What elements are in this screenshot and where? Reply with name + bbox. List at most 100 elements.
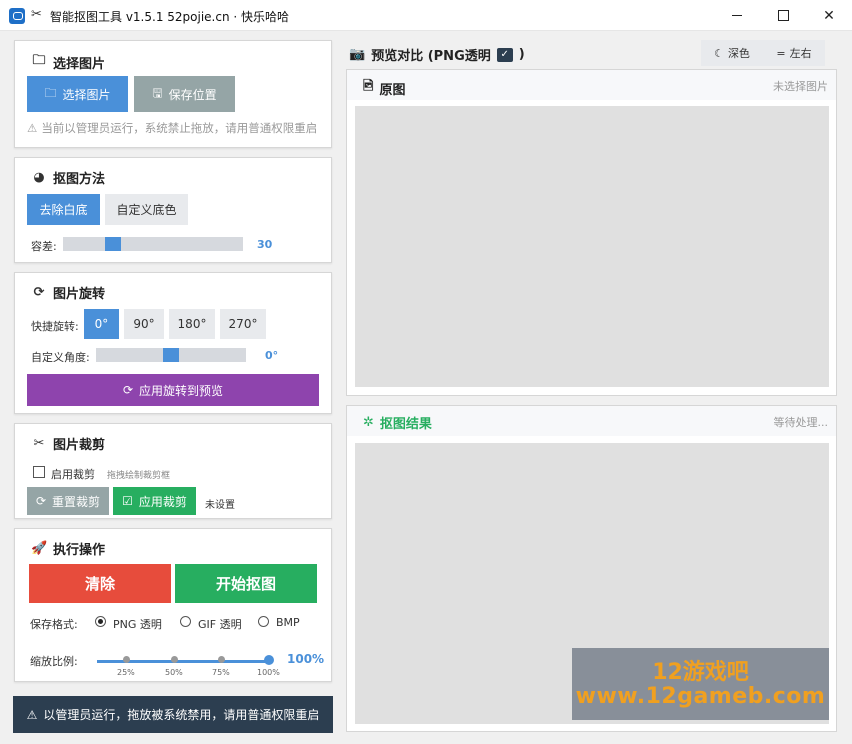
crop-panel: ✂ 图片裁剪 启用裁剪 拖拽绘制裁剪框 ⟳ 重置裁剪 ☑ 应用裁剪 未设置 <box>14 423 332 519</box>
zoom-label: 缩放比例: <box>30 655 78 668</box>
clear-button-label: 清除 <box>84 575 115 593</box>
warning-icon: ⚠ <box>27 121 38 135</box>
rotate-90-button[interactable]: 90° <box>124 309 164 339</box>
remove-white-label: 去除白底 <box>39 203 88 217</box>
zoom-tick-label-100: 100% <box>257 668 280 677</box>
rotate-0-button[interactable]: 0° <box>84 309 119 339</box>
enable-crop-label[interactable]: 启用裁剪 <box>51 466 95 482</box>
original-preview-header: 🖻 原图 未选择图片 <box>347 70 836 100</box>
method-title: ◕ 抠图方法 <box>31 168 105 187</box>
rotate-270-button[interactable]: 270° <box>220 309 266 339</box>
zoom-tick-75[interactable] <box>218 656 225 663</box>
reset-icon: ⟳ <box>35 494 47 508</box>
minimize-button[interactable] <box>714 0 760 31</box>
app-icon <box>9 8 25 24</box>
original-canvas[interactable] <box>355 106 829 387</box>
tolerance-label: 容差: <box>31 240 57 253</box>
method-title-text: 抠图方法 <box>53 172 106 187</box>
crop-title-text: 图片裁剪 <box>53 438 106 453</box>
format-label: 保存格式: <box>30 618 78 631</box>
start-matting-button[interactable]: 开始抠图 <box>175 564 317 603</box>
format-gif-label[interactable]: GIF 透明 <box>198 616 242 632</box>
reset-crop-button[interactable]: ⟳ 重置裁剪 <box>27 487 109 515</box>
maximize-button[interactable] <box>760 0 806 31</box>
preview-title: 预览对比 (PNG透明 <box>371 49 491 64</box>
rotate-270-label: 270° <box>228 317 258 331</box>
original-title-text: 原图 <box>379 82 406 98</box>
select-image-panel: 🗀 选择图片 🗀 选择图片 🖫 保存位置 ⚠ 当前以管理员运行，系统禁止拖放，请… <box>14 40 332 148</box>
close-button[interactable]: ✕ <box>806 0 852 31</box>
tolerance-slider-thumb[interactable] <box>105 237 121 251</box>
original-preview-card: 🖻 原图 未选择图片 <box>346 69 837 396</box>
format-png-radio[interactable] <box>95 616 106 627</box>
custom-angle-value: 0° <box>265 349 279 362</box>
zoom-tick-label-75: 75% <box>212 668 230 677</box>
rotate-0-label: 0° <box>94 317 109 331</box>
title-bar: ✂ 智能抠图工具 v1.5.1 52pojie.cn · 快乐哈哈 ✕ <box>0 0 852 31</box>
zoom-tick-50[interactable] <box>171 656 178 663</box>
execute-title-text: 执行操作 <box>53 543 106 558</box>
original-title: 🖻 原图 <box>363 77 405 99</box>
quick-rotate-label: 快捷旋转: <box>31 320 79 333</box>
format-png-label[interactable]: PNG 透明 <box>113 616 162 632</box>
target-icon: ◕ <box>33 170 45 185</box>
result-title: ✲ 抠图结果 <box>363 413 432 432</box>
zoom-tick-25[interactable] <box>123 656 130 663</box>
view-toggle-group: ☾ 深色 = 左右 <box>701 40 825 66</box>
format-bmp-radio[interactable] <box>258 616 269 627</box>
layout-button[interactable]: = 左右 <box>763 40 825 66</box>
apply-crop-button[interactable]: ☑ 应用裁剪 <box>113 487 196 515</box>
method-panel: ◕ 抠图方法 去除白底 自定义底色 容差: 30 <box>14 157 332 263</box>
save-location-button-label: 保存位置 <box>168 87 217 102</box>
result-title-text: 抠图结果 <box>379 417 432 432</box>
tolerance-value: 30 <box>257 238 273 251</box>
transparent-check-icon[interactable]: ✓ <box>496 47 513 62</box>
custom-bg-button[interactable]: 自定义底色 <box>105 194 188 225</box>
admin-hint: ⚠ 当前以管理员运行，系统禁止拖放，请用普通权限重启 <box>27 117 317 139</box>
remove-white-button[interactable]: 去除白底 <box>27 194 100 225</box>
moon-icon: ☾ <box>714 46 724 60</box>
preview-header: 📷 预览对比 (PNG透明 ✓ ) <box>349 45 525 64</box>
custom-angle-slider-thumb[interactable] <box>163 348 179 362</box>
tolerance-slider[interactable] <box>63 237 243 251</box>
enable-crop-checkbox[interactable] <box>33 466 45 478</box>
result-status: 等待处理... <box>773 416 829 429</box>
crop-title: ✂ 图片裁剪 <box>31 434 105 453</box>
rotate-180-button[interactable]: 180° <box>169 309 215 339</box>
preview-title-suffix: ) <box>518 47 525 62</box>
select-image-button-label: 选择图片 <box>62 87 111 102</box>
crop-status: 未设置 <box>205 500 235 511</box>
dark-mode-button[interactable]: ☾ 深色 <box>701 40 763 66</box>
format-bmp-label[interactable]: BMP <box>276 616 300 629</box>
clear-button[interactable]: 清除 <box>29 564 171 603</box>
camera-icon: 📷 <box>349 47 366 62</box>
image-icon: 🖻 <box>363 79 374 94</box>
drag-hint: 拖拽绘制裁剪框 <box>107 471 171 481</box>
status-bar-text: 以管理员运行，拖放被系统禁用，请用普通权限重启 <box>43 708 320 722</box>
scissors-icon: ✂ <box>33 436 45 451</box>
folder-icon: 🗀 <box>32 53 46 68</box>
rotate-icon: ⟳ <box>33 285 45 300</box>
watermark-line1: 12游戏吧 <box>652 660 749 685</box>
select-image-title: 🗀 选择图片 <box>31 51 105 73</box>
window-title: 智能抠图工具 v1.5.1 52pojie.cn · 快乐哈哈 <box>50 10 290 24</box>
rocket-icon: 🚀 <box>31 541 48 556</box>
rotate-180-label: 180° <box>177 317 207 331</box>
zoom-value: 100% <box>287 652 325 666</box>
format-gif-radio[interactable] <box>180 616 191 627</box>
select-image-button[interactable]: 🗀 选择图片 <box>27 76 128 112</box>
zoom-slider-thumb[interactable] <box>264 655 274 665</box>
original-status: 未选择图片 <box>773 80 828 93</box>
zoom-tick-label-25: 25% <box>117 668 135 677</box>
dark-mode-label: 深色 <box>727 47 750 60</box>
start-matting-label: 开始抠图 <box>215 575 276 593</box>
save-location-button[interactable]: 🖫 保存位置 <box>134 76 235 112</box>
apply-rotate-button[interactable]: ⟳ 应用旋转到预览 <box>27 374 319 406</box>
custom-angle-slider[interactable] <box>96 348 246 362</box>
scissors-icon: ✂ <box>31 7 42 22</box>
admin-hint-text: 当前以管理员运行，系统禁止拖放，请用普通权限重启 <box>41 121 317 135</box>
rotate-title-text: 图片旋转 <box>53 287 106 302</box>
apply-rotate-label: 应用旋转到预览 <box>139 383 224 398</box>
result-preview-header: ✲ 抠图结果 等待处理... <box>347 406 836 436</box>
rotate-90-label: 90° <box>133 317 155 331</box>
